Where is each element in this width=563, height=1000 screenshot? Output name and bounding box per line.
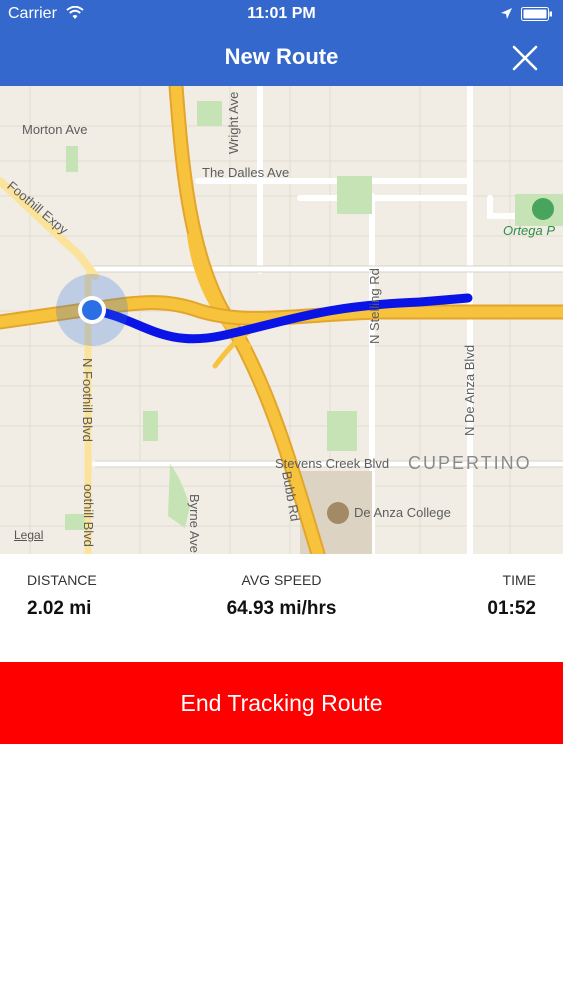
- map-label-ortega: Ortega P: [503, 223, 556, 238]
- close-icon[interactable]: [505, 38, 545, 78]
- time-label: TIME: [502, 572, 536, 588]
- legal-link[interactable]: Legal: [14, 528, 43, 542]
- route-map[interactable]: Morton Ave Foothill Expy Wright Ave The …: [0, 86, 563, 554]
- map-label-n-foothill: N Foothill Blvd: [80, 358, 95, 442]
- status-bar: Carrier 11:01 PM: [0, 0, 563, 30]
- map-label-wright: Wright Ave: [226, 91, 241, 154]
- current-location-dot: [82, 300, 102, 320]
- map-label-stelling: N Stelling Rd: [367, 268, 382, 344]
- location-arrow-icon: [501, 8, 512, 19]
- end-tracking-button[interactable]: End Tracking Route: [0, 662, 563, 744]
- map-label-foothill-lower: oothill Blvd: [81, 484, 96, 547]
- page-title: New Route: [224, 44, 339, 69]
- college-icon: [327, 502, 349, 524]
- status-time: 11:01 PM: [247, 5, 316, 22]
- battery-icon: [521, 7, 552, 21]
- map-label-city: CUPERTINO: [408, 453, 532, 473]
- route-stats: DISTANCE 2.02 mi AVG SPEED 64.93 mi/hrs …: [0, 554, 563, 662]
- app-header: Carrier 11:01 PM New Route: [0, 0, 563, 86]
- avg-speed-label: AVG SPEED: [241, 572, 322, 588]
- time-value: 01:52: [487, 598, 536, 619]
- map-label-de-anza-blvd: N De Anza Blvd: [462, 344, 477, 436]
- map-label-dalles: The Dalles Ave: [202, 165, 290, 180]
- map-label-byrne: Byrne Ave: [187, 494, 202, 554]
- park-icon: [532, 198, 554, 220]
- map-label-morton: Morton Ave: [22, 122, 88, 137]
- avg-speed-value: 64.93 mi/hrs: [226, 598, 337, 619]
- map-label-college: De Anza College: [354, 505, 451, 520]
- map-label-stevens-creek: Stevens Creek Blvd: [275, 456, 390, 471]
